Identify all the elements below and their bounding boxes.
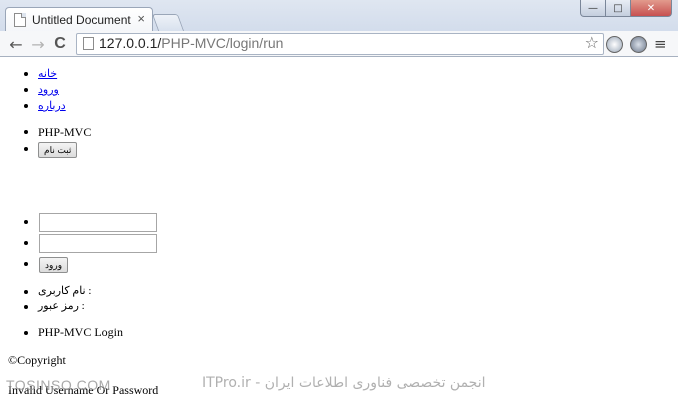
forward-button[interactable]: → [28, 34, 48, 54]
tab-title: Untitled Document [32, 13, 131, 27]
page-icon [14, 13, 26, 27]
reload-button[interactable]: C [50, 34, 70, 54]
window-controls: — □ ✕ [580, 0, 672, 18]
password-label: رمز عبور : [0, 299, 91, 314]
browser-chrome: Untitled Document × — □ ✕ ← → C 127.0.0.… [0, 0, 678, 57]
extension-icon[interactable] [630, 36, 647, 53]
brand-list: PHP-MVC ثبت نام [0, 124, 91, 158]
page-content: خانه ورود درباره PHP-MVC ثبت نام ورود نا… [0, 57, 678, 406]
nav-item-login: ورود [0, 82, 66, 98]
field-labels: نام کاربری : رمز عبور : [0, 284, 91, 314]
watermark-left: TOSINSO.COM [6, 377, 111, 393]
nav-link-home[interactable]: خانه [38, 68, 57, 80]
address-bar[interactable]: 127.0.0.1/PHP-MVC/login/run ☆ [76, 33, 604, 55]
menu-icon[interactable]: ≡ [654, 35, 667, 53]
register-button[interactable]: ثبت نام [38, 142, 78, 158]
brand-item: PHP-MVC [0, 124, 91, 141]
nav-link-about[interactable]: درباره [38, 100, 66, 112]
brand-name: PHP-MVC [38, 125, 92, 139]
main-nav: خانه ورود درباره [0, 66, 66, 114]
copyright-text: ©Copyright [8, 353, 66, 367]
username-label: نام کاربری : [0, 284, 91, 299]
login-title: PHP-MVC Login [0, 325, 123, 340]
globe-extension-icon[interactable] [606, 36, 623, 53]
login-form: ورود [0, 212, 157, 275]
password-input[interactable] [39, 234, 157, 253]
login-submit-button[interactable]: ورود [39, 257, 69, 273]
nav-item-home: خانه [0, 66, 66, 82]
close-window-button[interactable]: ✕ [631, 0, 672, 17]
register-item: ثبت نام [0, 141, 91, 158]
new-tab-button[interactable] [151, 14, 185, 31]
bookmark-star-icon[interactable]: ☆ [585, 33, 599, 52]
login-title-list: PHP-MVC Login [0, 325, 123, 340]
username-row [0, 212, 157, 232]
maximize-button[interactable]: □ [606, 0, 631, 17]
password-row [0, 233, 157, 253]
close-tab-icon[interactable]: × [137, 11, 145, 26]
submit-row: ورود [0, 254, 69, 274]
page-icon [83, 37, 94, 50]
browser-tab[interactable]: Untitled Document × [5, 7, 153, 32]
browser-toolbar: ← → C 127.0.0.1/PHP-MVC/login/run ☆ ≡ [0, 31, 678, 56]
username-input[interactable] [39, 213, 157, 232]
url-path: PHP-MVC/login/run [161, 35, 284, 51]
url-host: 127.0.0.1/ [99, 35, 162, 51]
nav-link-login[interactable]: ورود [38, 84, 59, 96]
minimize-button[interactable]: — [580, 0, 606, 17]
nav-item-about: درباره [0, 98, 66, 114]
watermark-right: ITPro.ir - انجمن تخصصی فناوری اطلاعات ای… [202, 375, 486, 391]
url-text: 127.0.0.1/PHP-MVC/login/run [99, 35, 283, 51]
back-button[interactable]: ← [6, 34, 26, 54]
